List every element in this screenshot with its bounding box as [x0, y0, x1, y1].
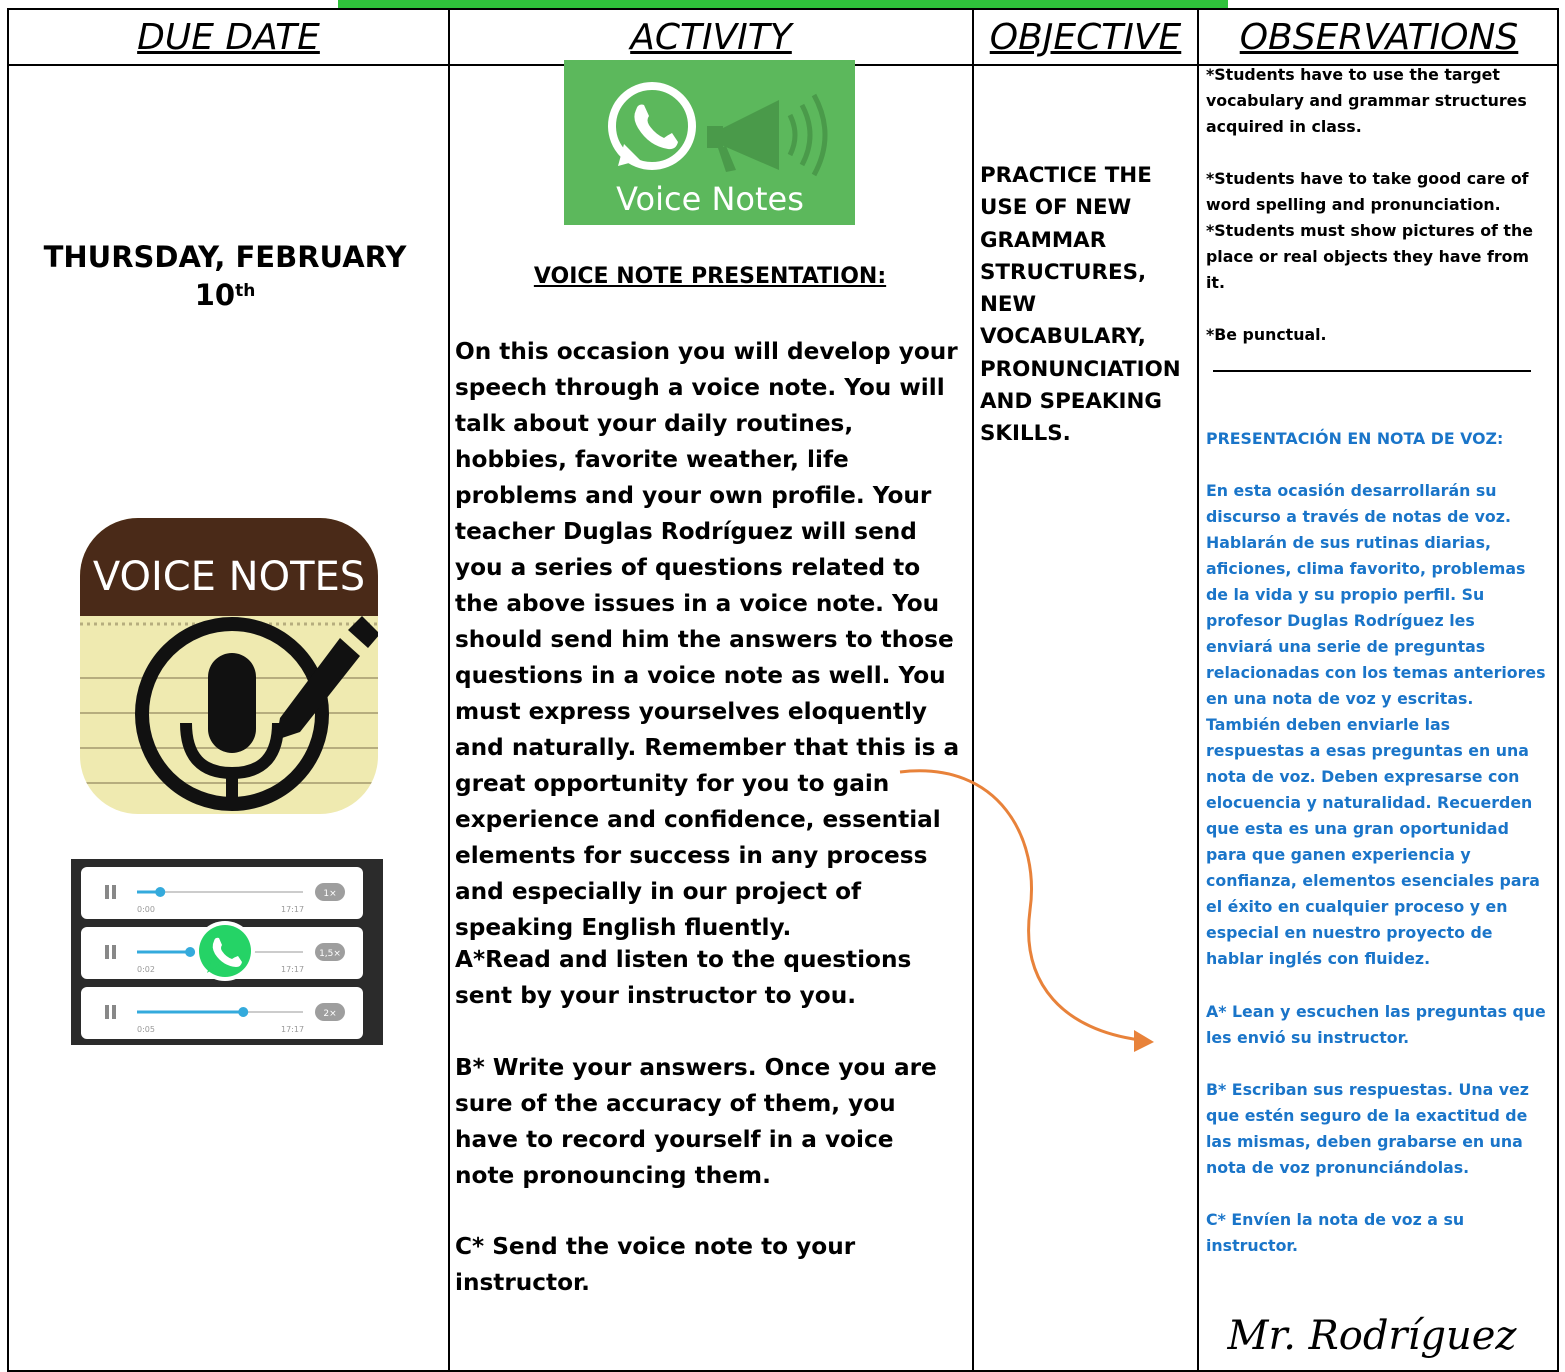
spanish-step-b: B* Escriban sus respuestas. Una vez que … [1206, 1080, 1529, 1177]
activity-step-c: C* Send the voice note to your instructo… [455, 1233, 856, 1296]
voice-notes-app-title: VOICE NOTES [93, 554, 365, 600]
player-time-end: 17:17 [281, 1025, 304, 1034]
observation-note-2: *Students have to take good care of word… [1206, 169, 1529, 214]
pause-icon [112, 945, 116, 959]
arrow-head-icon [1134, 1030, 1154, 1052]
player-time-start: 0:02 [137, 965, 155, 974]
header-objective: OBJECTIVE [989, 16, 1182, 58]
activity-paragraph: On this occasion you will develop your s… [455, 338, 960, 941]
player-knob [238, 1007, 249, 1017]
activity-title: VOICE NOTE PRESENTATION: [533, 264, 887, 289]
teacher-signature: Mr. Rodríguez [1227, 1313, 1517, 1359]
spanish-step-a: A* Lean y escuchen las preguntas que les… [1206, 1002, 1546, 1047]
pause-icon [105, 885, 109, 899]
whatsapp-icon [195, 921, 255, 981]
pause-icon [105, 945, 109, 959]
player-time-end: 17:17 [281, 965, 304, 974]
header-due-date: DUE DATE [137, 16, 320, 58]
speed-label: 2× [323, 1009, 336, 1019]
voice-notes-banner: Voice Notes [564, 60, 855, 225]
observation-note-4: *Be punctual. [1206, 325, 1327, 344]
pause-icon [112, 1005, 116, 1019]
pause-icon [112, 885, 116, 899]
speed-label: 1,5× [319, 949, 341, 959]
observation-note-1: *Students have to use the target vocabul… [1206, 65, 1527, 136]
player-time-start: 0:05 [137, 1025, 155, 1034]
spanish-title: PRESENTACIÓN EN NOTA DE VOZ: [1206, 429, 1504, 448]
spanish-paragraph: En esta ocasión desarrollarán su discurs… [1206, 481, 1546, 968]
player-knob [185, 947, 196, 957]
activity-step-a: A*Read and listen to the questions sent … [455, 946, 912, 1009]
observation-note-3: *Students must show pictures of the plac… [1206, 221, 1533, 292]
player-knob [155, 887, 166, 897]
due-date-day: 10 [194, 278, 236, 312]
voice-notes-app-icon: VOICE NOTES [80, 518, 378, 814]
column-divider [448, 10, 450, 1370]
green-top-bar [338, 0, 1228, 8]
due-date-line1: THURSDAY, FEBRUARY [43, 240, 407, 274]
due-date-suffix: th [235, 281, 256, 301]
header-activity: ACTIVITY [630, 16, 792, 58]
player-time-start: 0:00 [137, 905, 155, 914]
connector-arrow [899, 769, 1154, 1052]
observation-divider [1213, 370, 1531, 372]
objective-text: PRACTICE THE USE OF NEW GRAMMAR STRUCTUR… [980, 163, 1181, 447]
voice-player-screenshot: 0:00 17:17 1× 0:02 17:17 1,5× 0:05 17:17 2× [71, 859, 383, 1045]
column-divider [972, 10, 974, 1370]
due-date-text: THURSDAY, FEBRUARY 10th [20, 238, 430, 314]
voice-notes-banner-label: Voice Notes [616, 180, 804, 218]
speed-label: 1× [323, 889, 336, 899]
spanish-step-c: C* Envíen la nota de voz a su instructor… [1206, 1210, 1465, 1255]
pause-icon [105, 1005, 109, 1019]
player-time-end: 17:17 [281, 905, 304, 914]
activity-step-b: B* Write your answers. Once you are sure… [455, 1054, 937, 1189]
column-divider [1197, 10, 1199, 1370]
header-observations: OBSERVATIONS [1239, 16, 1519, 58]
